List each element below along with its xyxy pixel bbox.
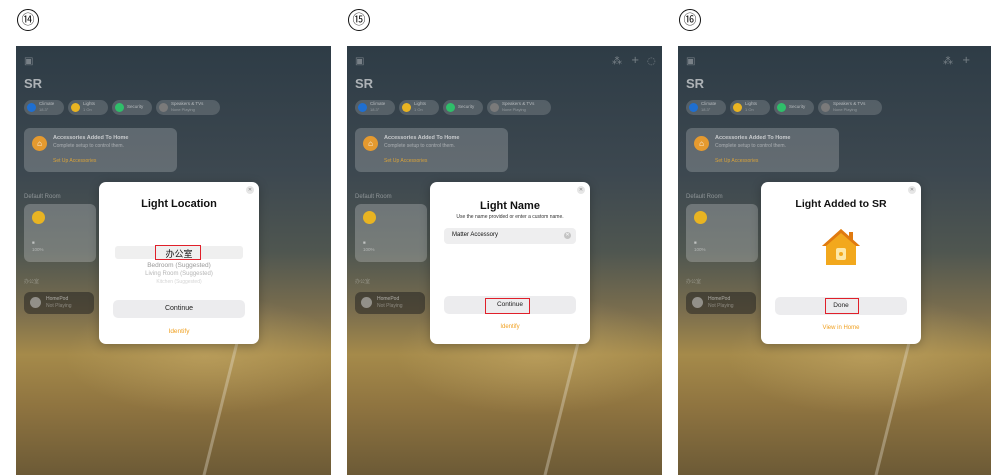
security-icon <box>115 103 124 112</box>
accessories-added-notice: ⌂ Accessories Added To Home Complete set… <box>355 128 508 172</box>
waveform-icon[interactable]: ⁂ <box>612 56 622 67</box>
homepod-icon <box>361 297 372 308</box>
chip-speakers[interactable]: Speakers & TVs None Playing <box>156 100 220 115</box>
dialog-title: Light Location <box>141 198 217 210</box>
set-up-accessories-link[interactable]: Set Up Accessories <box>53 158 96 164</box>
homepod-icon <box>692 297 703 308</box>
screenshot-step-14: ▣ SR Climate 18.3° Lights 1 On Security Sp… <box>16 46 331 475</box>
home-title: SR <box>686 76 705 91</box>
room-label: Default Room <box>686 194 723 200</box>
waveform-icon[interactable]: ⁂ <box>943 56 953 67</box>
chip-lights[interactable]: Lights 1 On <box>730 100 770 115</box>
step-number-16: ⑯ <box>679 9 701 31</box>
security-icon <box>446 103 455 112</box>
tile-small-icon: ■ <box>32 240 35 245</box>
light-location-dialog: ✕ Light Location 办公室 Bedroom (Suggested)… <box>99 182 259 344</box>
light-name-dialog: ✕ Light Name Use the name provided or en… <box>430 182 590 344</box>
chip-climate[interactable]: Climate 18.3° <box>355 100 395 115</box>
room-label-office: 办公室 <box>355 279 371 285</box>
home-icon: ⌂ <box>694 136 709 151</box>
dialog-hint: Use the name provided or enter a custom … <box>456 214 564 220</box>
lights-icon <box>402 103 411 112</box>
set-up-accessories-link[interactable]: Set Up Accessories <box>715 158 758 164</box>
dialog-title: Light Added to SR <box>795 198 887 210</box>
home-icon <box>822 229 860 265</box>
homepod-tile[interactable]: HomePod Not Playing <box>686 292 756 314</box>
sidebar-icon[interactable]: ▣ <box>686 56 695 67</box>
chip-climate[interactable]: Climate 18.3° <box>686 100 726 115</box>
light-tile[interactable]: ■ 100% <box>24 204 96 262</box>
lights-icon <box>71 103 80 112</box>
home-icon: ⌂ <box>363 136 378 151</box>
step-number-14: ⑭ <box>17 9 39 31</box>
homepod-tile[interactable]: HomePod Not Playing <box>24 292 94 314</box>
accessories-added-notice: ⌂ Accessories Added To Home Complete set… <box>686 128 839 172</box>
more-icon[interactable]: ◌ <box>647 56 656 67</box>
light-tile[interactable]: ■ 100% <box>355 204 427 262</box>
sidebar-icon[interactable]: ▣ <box>355 56 364 67</box>
add-icon[interactable]: + <box>962 55 970 66</box>
room-picker-option[interactable]: Bedroom (Suggested) <box>99 262 259 269</box>
homepod-icon <box>30 297 41 308</box>
homepod-tile[interactable]: HomePod Not Playing <box>355 292 425 314</box>
accessories-added-notice: ⌂ Accessories Added To Home Complete set… <box>24 128 177 172</box>
identify-link[interactable]: Identify <box>99 328 259 335</box>
screenshot-step-16: ▣ ⁂ + SR Climate 18.3° Lights 1 On Securit… <box>678 46 991 475</box>
clear-icon[interactable]: ✕ <box>564 232 571 239</box>
chip-speakers[interactable]: Speakers & TVs None Playing <box>818 100 882 115</box>
name-field[interactable]: Matter Accessory ✕ <box>444 228 576 244</box>
close-icon[interactable]: ✕ <box>246 186 254 194</box>
step-number-15: ⑮ <box>348 9 370 31</box>
chip-security[interactable]: Security <box>774 100 814 115</box>
lights-icon <box>733 103 742 112</box>
room-picker-selected[interactable]: 办公室 <box>99 247 259 260</box>
light-bulb-icon <box>694 211 707 224</box>
sidebar-icon[interactable]: ▣ <box>24 56 33 67</box>
tile-small-icon: ■ <box>363 240 366 245</box>
speakers-icon <box>159 103 168 112</box>
identify-link[interactable]: Identify <box>430 324 590 330</box>
climate-icon <box>689 103 698 112</box>
light-added-dialog: ✕ Light Added to SR Done View in Home <box>761 182 921 344</box>
screenshot-step-15: ▣ ⁂ + ◌ SR Climate 18.3° Lights 1 On Secur… <box>347 46 662 475</box>
home-icon: ⌂ <box>32 136 47 151</box>
room-picker-option[interactable]: Kitchen (Suggested) <box>99 279 259 285</box>
room-label: Default Room <box>355 194 392 200</box>
highlight-box <box>485 298 530 314</box>
add-icon[interactable]: + <box>631 55 639 66</box>
chip-lights[interactable]: Lights 1 On <box>399 100 439 115</box>
close-icon[interactable]: ✕ <box>577 186 585 194</box>
chip-security[interactable]: Security <box>443 100 483 115</box>
room-label-office: 办公室 <box>24 279 40 285</box>
home-title: SR <box>355 76 374 91</box>
chip-climate[interactable]: Climate 18.3° <box>24 100 64 115</box>
room-label-office: 办公室 <box>686 279 702 285</box>
room-picker-option[interactable]: Living Room (Suggested) <box>99 271 259 277</box>
chip-security[interactable]: Security <box>112 100 152 115</box>
highlight-box <box>825 298 859 314</box>
tile-small-icon: ■ <box>694 240 697 245</box>
room-label: Default Room <box>24 194 61 200</box>
set-up-accessories-link[interactable]: Set Up Accessories <box>384 158 427 164</box>
chip-speakers[interactable]: Speakers & TVs None Playing <box>487 100 551 115</box>
chip-lights[interactable]: Lights 1 On <box>68 100 108 115</box>
close-icon[interactable]: ✕ <box>908 186 916 194</box>
speakers-icon <box>821 103 830 112</box>
security-icon <box>777 103 786 112</box>
dialog-title: Light Name <box>480 200 540 212</box>
speakers-icon <box>490 103 499 112</box>
climate-icon <box>358 103 367 112</box>
climate-icon <box>27 103 36 112</box>
home-title: SR <box>24 76 43 91</box>
light-bulb-icon <box>32 211 45 224</box>
view-in-home-link[interactable]: View in Home <box>761 325 921 331</box>
light-tile[interactable]: ■ 100% <box>686 204 758 262</box>
light-bulb-icon <box>363 211 376 224</box>
continue-button[interactable]: Continue <box>113 300 245 318</box>
